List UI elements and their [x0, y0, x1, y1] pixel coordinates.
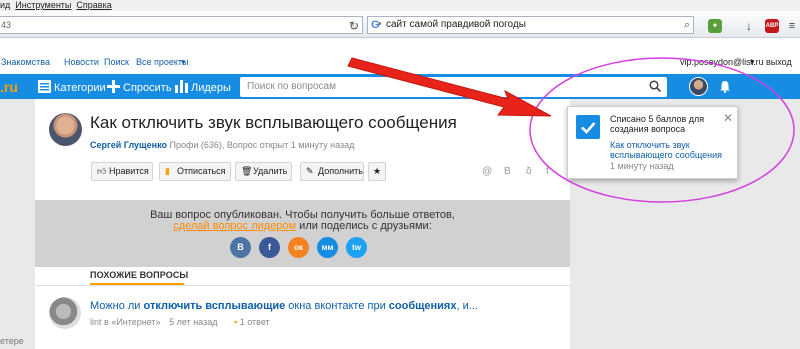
bookmark-icon: ▮: [165, 166, 170, 176]
like-label: Нравится: [109, 166, 149, 176]
site-header: .ru Категории Спросить Лидеры Поиск по в…: [0, 74, 800, 99]
banner-line2: сделай вопрос лидером или поделись с дру…: [35, 220, 570, 232]
address-bar[interactable]: 43 ☆: [0, 16, 363, 34]
sq-part: окна вконтакте при: [285, 300, 389, 312]
nav-categories[interactable]: Категории: [38, 80, 106, 94]
notification-time: 1 минуту назад: [610, 161, 674, 171]
menu-item-help[interactable]: Справка: [76, 0, 111, 10]
menu-item[interactable]: ид: [0, 0, 10, 10]
plus-icon: [107, 80, 120, 93]
menu-icon[interactable]: ≡: [785, 19, 799, 33]
extension-icon[interactable]: ✦: [708, 19, 722, 33]
browser-search-text: сайт самой правдивой погоды: [386, 19, 526, 30]
notification-popup: Списано 5 баллов для создания вопроса Ка…: [567, 106, 738, 179]
pencil-icon: ✎: [306, 166, 314, 176]
sq-bold: сообщениях: [388, 300, 457, 312]
similar-author[interactable]: lint: [90, 317, 102, 327]
ok-share-icon[interactable]: ŏ: [526, 166, 532, 177]
link-news[interactable]: Новости: [64, 57, 99, 67]
edit-label: Дополнить: [318, 166, 363, 176]
question-search-placeholder: Поиск по вопросам: [247, 81, 336, 92]
adblock-icon[interactable]: ABP: [765, 19, 779, 33]
reload-icon[interactable]: ↻: [347, 19, 361, 33]
edit-button[interactable]: ✎ Дополнить: [300, 162, 364, 181]
thumbs-up-icon: 👍︎: [97, 166, 107, 176]
banner-line2-text: или поделись с друзьями:: [299, 220, 432, 232]
unsubscribe-button[interactable]: ▮ Отписаться: [159, 162, 231, 181]
nav-ask-label: Спросить: [123, 82, 172, 94]
portal-links-bar: Знакомства Новости Поиск Все проекты ▾ v…: [0, 38, 800, 74]
facebook-share-button[interactable]: f: [259, 237, 280, 258]
question-meta: Сергей Глущенко Профи (636), Вопрос откр…: [90, 140, 354, 150]
site-logo[interactable]: .ru: [0, 79, 18, 95]
author-link[interactable]: Сергей Глущенко: [90, 140, 167, 150]
sq-part: , и...: [456, 300, 478, 312]
author-avatar[interactable]: [49, 113, 82, 146]
bell-icon[interactable]: [719, 80, 731, 93]
browser-toolbar: 43 ☆ ↻ G ▾ сайт самой правдивой погоды ⌕…: [0, 11, 800, 38]
unsubscribe-label: Отписаться: [177, 166, 226, 176]
close-icon[interactable]: ✕: [723, 111, 733, 125]
vk-share-button[interactable]: В: [230, 237, 251, 258]
left-clipped-text: етере: [0, 336, 24, 346]
categories-icon: [38, 80, 51, 93]
link-dating[interactable]: Знакомства: [1, 57, 50, 67]
nav-categories-label: Категории: [54, 82, 106, 94]
share-banner: Ваш вопрос опубликован. Чтобы получить б…: [35, 200, 570, 267]
nav-ask[interactable]: Спросить: [107, 80, 172, 94]
like-button[interactable]: 👍︎ Нравится: [91, 162, 153, 181]
similar-question-meta: lint в «Интернет» 5 лет назад ▪ 1 ответ: [90, 317, 270, 327]
fb-share-icon[interactable]: f: [546, 166, 549, 177]
notification-text: Списано 5 баллов для создания вопроса: [610, 114, 705, 134]
similar-time: 5 лет назад: [169, 317, 218, 327]
favorite-button[interactable]: ★: [368, 162, 386, 181]
similar-category[interactable]: в «Интернет»: [104, 317, 161, 327]
link-search[interactable]: Поиск: [104, 57, 129, 67]
nav-leaders-label: Лидеры: [191, 82, 231, 94]
moimir-share-button[interactable]: мм: [317, 237, 338, 258]
question-card: Как отключить звук всплывающего сообщени…: [35, 99, 570, 349]
logout-link[interactable]: выход: [766, 57, 792, 67]
download-icon[interactable]: ↓: [742, 19, 756, 33]
browser-menubar: ид Инструменты Справка: [0, 0, 800, 11]
star-icon: ★: [372, 166, 382, 176]
question-title: Как отключить звук всплывающего сообщени…: [90, 113, 457, 132]
chevron-down-icon: ▾: [181, 57, 186, 67]
browser-search-box[interactable]: G ▾ сайт самой правдивой погоды ⌕: [367, 16, 694, 34]
leaders-chart-icon: [175, 80, 188, 93]
vk-share-icon[interactable]: B: [504, 166, 511, 177]
similar-question-link[interactable]: Можно ли отключить всплывающие окна вкон…: [90, 300, 478, 312]
twitter-share-button[interactable]: tw: [346, 237, 367, 258]
odnoklassniki-share-button[interactable]: ок: [288, 237, 309, 258]
user-menu-chevron-icon[interactable]: ▾: [750, 57, 755, 68]
mail-share-icon[interactable]: @: [482, 166, 492, 177]
delete-button[interactable]: 🗑︎ Удалить: [235, 162, 292, 181]
similar-answers[interactable]: 1 ответ: [240, 317, 270, 327]
address-text: 43: [1, 20, 12, 30]
menu-item-tools[interactable]: Инструменты: [15, 0, 71, 10]
sq-bold: отключить всплывающие: [143, 300, 286, 312]
trash-icon: 🗑︎: [241, 166, 253, 176]
search-icon[interactable]: [649, 80, 661, 92]
notification-question-link[interactable]: Как отключить звук всплывающего сообщени…: [610, 140, 730, 160]
make-leader-link[interactable]: сделай вопрос лидером: [173, 220, 296, 232]
user-avatar[interactable]: [689, 77, 708, 96]
divider: [35, 285, 570, 286]
search-icon[interactable]: ⌕: [684, 17, 690, 33]
nav-leaders[interactable]: Лидеры: [175, 80, 231, 94]
question-meta-text: Профи (636), Вопрос открыт 1 минуту наза…: [169, 140, 355, 150]
answers-icon: ▪: [233, 317, 238, 327]
sq-part: Можно ли: [90, 300, 144, 312]
search-engine-dropdown-icon[interactable]: ▾: [378, 17, 382, 33]
check-icon: [576, 115, 600, 139]
similar-author-avatar[interactable]: [49, 297, 81, 329]
similar-questions-heading: ПОХОЖИЕ ВОПРОСЫ: [90, 270, 189, 280]
question-search-input[interactable]: Поиск по вопросам: [240, 77, 667, 97]
delete-label: Удалить: [253, 166, 288, 176]
